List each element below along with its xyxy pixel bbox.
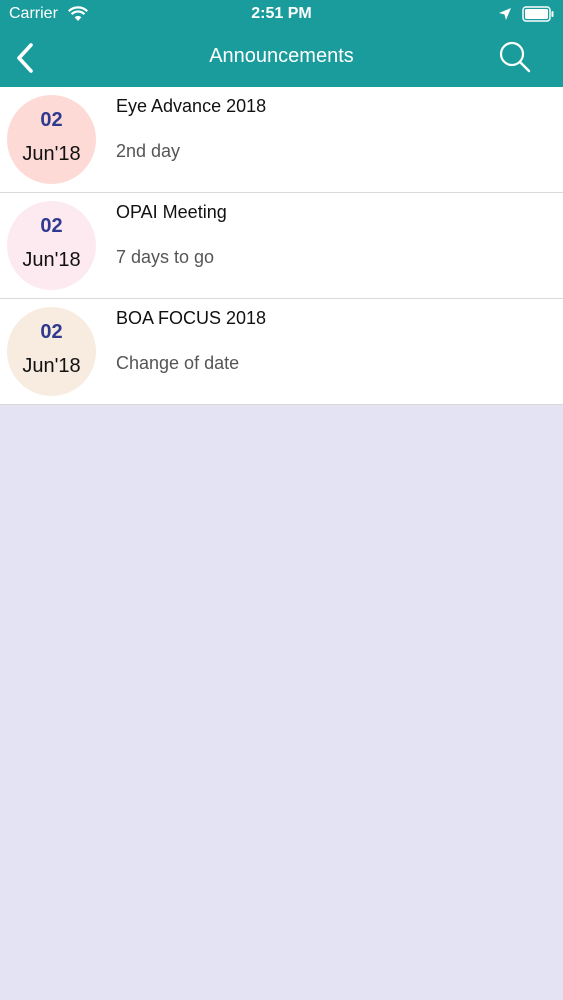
date-month: Jun'18 <box>22 143 81 165</box>
announcement-row[interactable]: 02 Jun'18 Eye Advance 2018 2nd day <box>0 87 563 193</box>
nav-bar: Announcements <box>0 30 563 87</box>
announcement-subtitle: 2nd day <box>116 141 181 161</box>
date-badge: 02 Jun'18 <box>7 201 96 290</box>
search-button[interactable] <box>495 38 535 78</box>
status-time: 2:51 PM <box>251 5 312 22</box>
date-day: 02 <box>40 109 63 131</box>
announcement-title: OPAI Meeting <box>116 202 227 222</box>
page-title: Announcements <box>209 45 354 67</box>
announcement-subtitle: Change of date <box>116 353 240 373</box>
announcement-subtitle: 7 days to go <box>116 247 215 267</box>
announcement-title: BOA FOCUS 2018 <box>116 308 267 328</box>
date-badge: 02 Jun'18 <box>7 95 96 184</box>
date-month: Jun'18 <box>22 355 81 377</box>
date-badge: 02 Jun'18 <box>7 307 96 396</box>
date-day: 02 <box>40 321 63 343</box>
date-day: 02 <box>40 215 63 237</box>
announcement-title: Eye Advance 2018 <box>116 96 267 116</box>
announcement-row[interactable]: 02 Jun'18 OPAI Meeting 7 days to go <box>0 193 563 299</box>
search-icon <box>499 41 531 73</box>
announcement-row[interactable]: 02 Jun'18 BOA FOCUS 2018 Change of date <box>0 299 563 405</box>
date-month: Jun'18 <box>22 249 81 271</box>
status-bar: Carrier 2:51 PM <box>0 0 563 30</box>
location-arrow-icon <box>499 8 511 20</box>
battery-icon <box>522 6 554 22</box>
header: Carrier 2:51 PM Announcements <box>0 0 563 87</box>
announcement-list: 02 Jun'18 Eye Advance 2018 2nd day 02 Ju… <box>0 87 563 405</box>
